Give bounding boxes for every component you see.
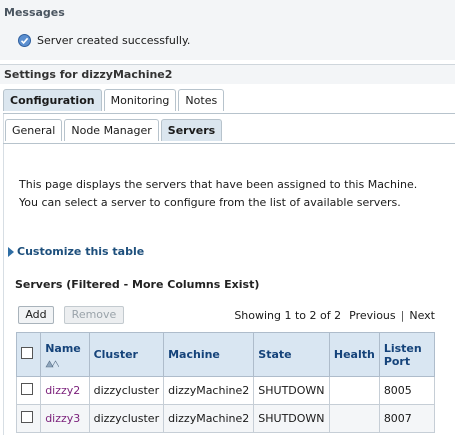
column-header-machine[interactable]: Machine	[163, 332, 255, 377]
listen-port-cell: 8007	[378, 404, 436, 433]
customize-table-link[interactable]: Customize this table	[8, 245, 144, 258]
row-checkbox[interactable]	[21, 411, 33, 423]
server-name-cell: dizzy3	[40, 404, 90, 433]
column-header-health[interactable]: Health	[328, 332, 380, 377]
check-circle-icon	[18, 34, 31, 47]
messages-panel: Messages Server created successfully.	[0, 0, 455, 60]
next-link[interactable]: Next	[409, 309, 435, 322]
row-select-cell	[15, 404, 42, 433]
column-header-state[interactable]: State	[253, 332, 330, 377]
state-cell: SHUTDOWN	[253, 404, 330, 433]
server-name-link[interactable]: dizzy3	[45, 412, 80, 425]
listen-port-cell: 8005	[378, 376, 436, 405]
subtab-divider	[3, 143, 455, 144]
table-header-row: Name Cluster Machine State Health Listen…	[15, 332, 436, 377]
messages-title: Messages	[4, 6, 65, 19]
paging-separator: |	[400, 309, 405, 322]
tab-node-manager[interactable]: Node Manager	[64, 119, 159, 141]
tab-configuration[interactable]: Configuration	[3, 89, 102, 111]
server-name-cell: dizzy2	[40, 376, 90, 405]
column-header-cluster[interactable]: Cluster	[88, 332, 165, 377]
success-message: Server created successfully.	[18, 34, 190, 47]
servers-table: Name Cluster Machine State Health Listen…	[15, 332, 436, 433]
expand-triangle-icon	[8, 246, 14, 257]
previous-link[interactable]: Previous	[349, 309, 396, 322]
column-header-name[interactable]: Name	[40, 332, 90, 377]
success-message-text: Server created successfully.	[37, 34, 191, 47]
remove-button[interactable]: Remove	[64, 306, 124, 324]
tab-servers[interactable]: Servers	[160, 119, 223, 141]
row-checkbox[interactable]	[21, 383, 33, 395]
cluster-cell: dizzycluster	[88, 404, 165, 433]
pagination: Showing 1 to 2 of 2 Previous | Next	[234, 309, 435, 322]
health-cell	[328, 376, 380, 405]
settings-title: Settings for dizzyMachine2	[0, 64, 455, 84]
machine-cell: dizzyMachine2	[163, 404, 255, 433]
column-name-label: Name	[45, 341, 81, 355]
state-cell: SHUTDOWN	[253, 376, 330, 405]
table-title: Servers (Filtered - More Columns Exist)	[15, 278, 260, 291]
health-cell	[328, 404, 380, 433]
tab-monitoring[interactable]: Monitoring	[103, 89, 177, 111]
sub-tabbar: General Node Manager Servers	[5, 119, 223, 143]
column-header-listen-port[interactable]: Listen Port	[378, 332, 436, 377]
cluster-cell: dizzycluster	[88, 376, 165, 405]
select-all-header	[15, 332, 42, 377]
tab-general[interactable]: General	[5, 119, 63, 141]
main-tabbar: Configuration Monitoring Notes	[3, 89, 225, 113]
server-name-link[interactable]: dizzy2	[45, 384, 80, 397]
add-button[interactable]: Add	[18, 306, 54, 324]
page-description: This page displays the servers that have…	[19, 178, 418, 209]
tab-notes[interactable]: Notes	[178, 89, 225, 111]
select-all-checkbox[interactable]	[21, 347, 33, 359]
paging-status: Showing 1 to 2 of 2	[234, 309, 342, 322]
table-toolbar: Add Remove Showing 1 to 2 of 2 Previous …	[15, 305, 435, 325]
customize-table-label: Customize this table	[17, 245, 145, 258]
sort-icon[interactable]	[45, 358, 60, 367]
table-row: dizzy2 dizzycluster dizzyMachine2 SHUTDO…	[15, 376, 436, 405]
table-row: dizzy3 dizzycluster dizzyMachine2 SHUTDO…	[15, 404, 436, 433]
machine-cell: dizzyMachine2	[163, 376, 255, 405]
row-select-cell	[15, 376, 42, 405]
